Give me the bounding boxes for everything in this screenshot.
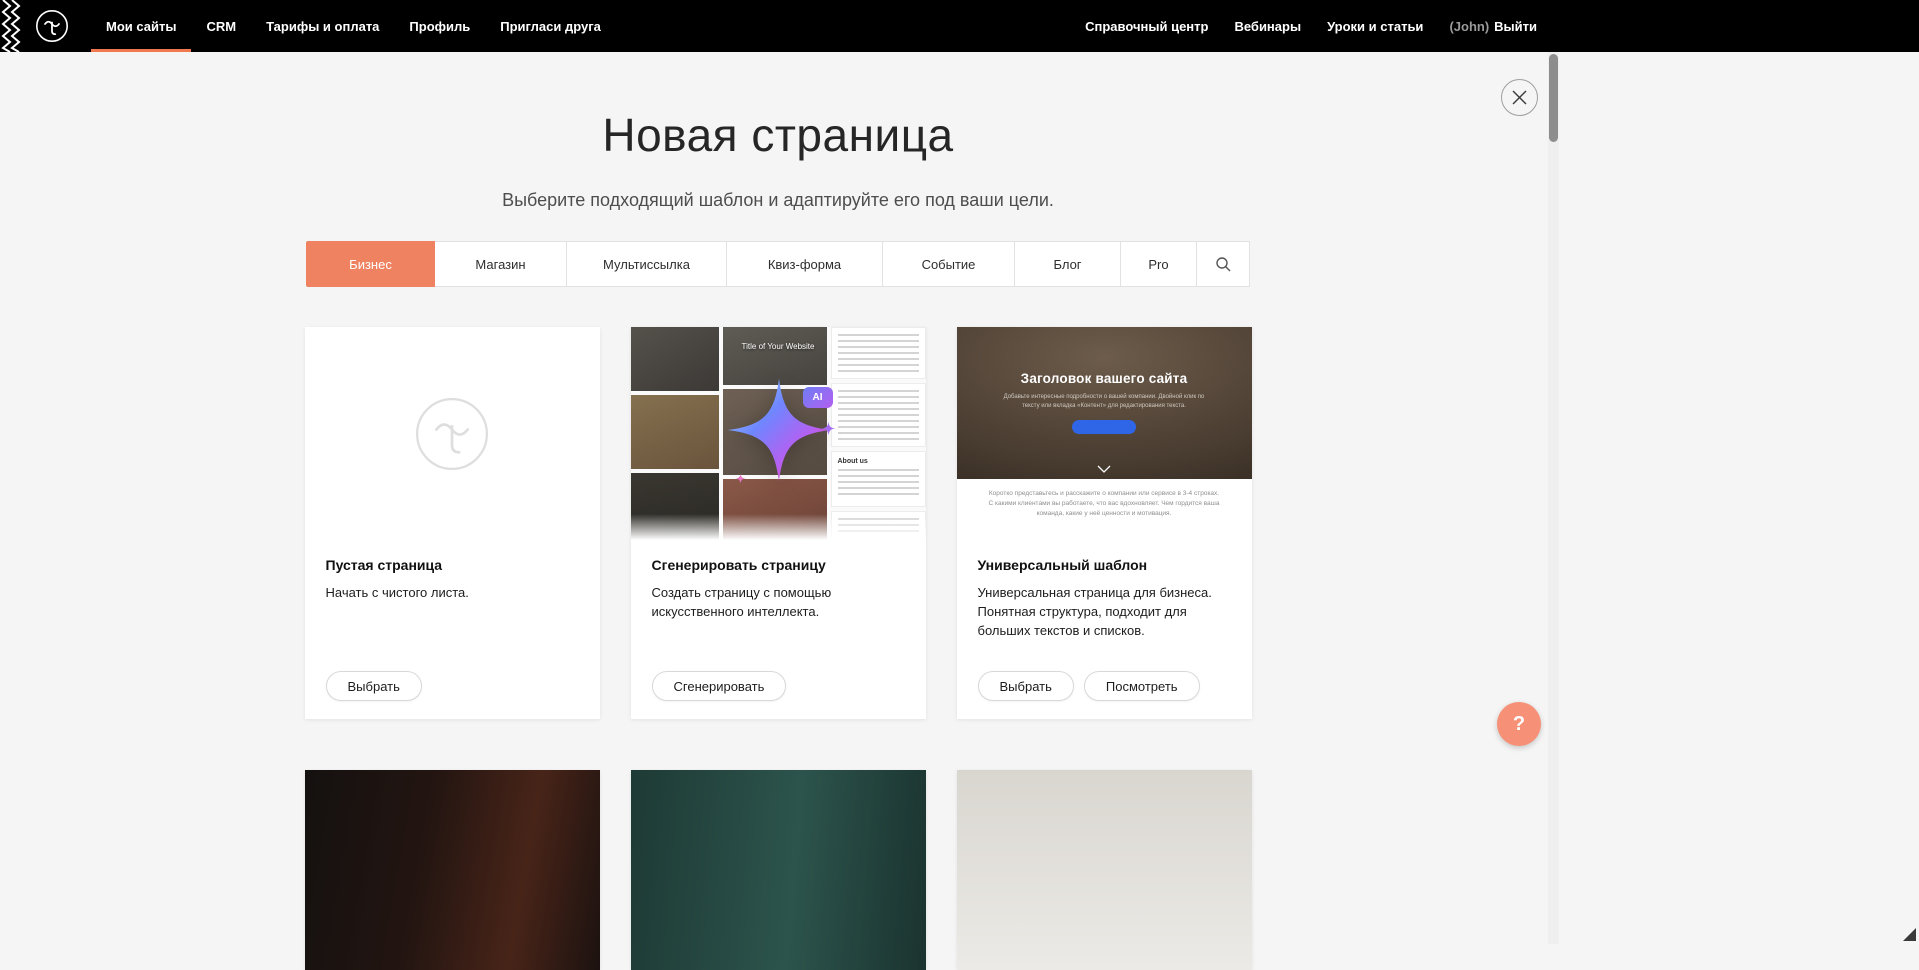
tab-multilink[interactable]: Мультиссылка xyxy=(567,242,727,286)
nav-item-webinars[interactable]: Вебинары xyxy=(1221,0,1314,52)
user-name: (John) xyxy=(1449,19,1489,34)
preview-hero-note: Добавьте интересные подробности о вашей … xyxy=(998,393,1210,411)
close-icon xyxy=(1512,90,1527,105)
template-grid-row2 xyxy=(305,770,1252,970)
collage-text-panel xyxy=(831,383,926,447)
scrollbar[interactable] xyxy=(1548,52,1559,944)
placeholder-lines xyxy=(838,334,919,372)
navbar-right-menu: Справочный центр Вебинары Уроки и статьи… xyxy=(1072,0,1556,52)
preview-fade xyxy=(631,514,926,540)
template-tabs: Бизнес Магазин Мультиссылка Квиз-форма С… xyxy=(306,241,1250,287)
page-title: Новая страница xyxy=(0,108,1556,162)
collage-text-panel: About us xyxy=(831,451,926,507)
panel-heading: About us xyxy=(838,458,919,465)
scrollbar-thumb[interactable] xyxy=(1549,54,1558,142)
card-title: Пустая страница xyxy=(326,557,579,573)
nav-item-help-center[interactable]: Справочный центр xyxy=(1072,0,1221,52)
small-sparkle-icon xyxy=(821,421,836,436)
nav-item-pricing[interactable]: Тарифы и оплата xyxy=(251,0,394,52)
zigzag-pattern-icon xyxy=(0,0,22,52)
tab-quiz[interactable]: Квиз-форма xyxy=(727,242,883,286)
preview-body: Коротко представьтесь и расскажите о ком… xyxy=(957,479,1252,519)
preview-hero: Заголовок вашего сайта Добавьте интересн… xyxy=(957,327,1252,479)
tab-search[interactable] xyxy=(1197,242,1249,286)
preview-cta-button xyxy=(1072,420,1136,434)
template-card-partial-2[interactable] xyxy=(631,770,926,970)
card-body: Пустая страница Начать с чистого листа. xyxy=(305,540,600,603)
select-blank-button[interactable]: Выбрать xyxy=(326,671,422,701)
card-actions: Выбрать Посмотреть xyxy=(978,671,1200,701)
navbar-inner: Мои сайты CRM Тарифы и оплата Профиль Пр… xyxy=(0,0,1556,52)
partial-preview-image xyxy=(631,770,926,970)
template-card-ai: About us Title of Your Website xyxy=(631,327,926,719)
partial-preview-image xyxy=(957,770,1252,970)
top-navbar: Мои сайты CRM Тарифы и оплата Профиль Пр… xyxy=(0,0,1919,52)
collage-photo xyxy=(631,327,719,391)
view-universal-button[interactable]: Посмотреть xyxy=(1084,671,1200,701)
chevron-down-icon xyxy=(1097,465,1111,473)
preview-site-title: Title of Your Website xyxy=(631,342,926,351)
tab-blog[interactable]: Блог xyxy=(1015,242,1121,286)
small-sparkle-icon xyxy=(735,473,746,484)
placeholder-lines xyxy=(838,390,919,440)
nav-item-my-sites[interactable]: Мои сайты xyxy=(91,0,191,52)
collage-photo xyxy=(631,395,719,469)
card-title: Сгенерировать страницу xyxy=(652,557,905,573)
preview-hero-title: Заголовок вашего сайта xyxy=(1021,371,1188,386)
ai-badge: AI xyxy=(803,387,833,408)
card-title: Универсальный шаблон xyxy=(978,557,1231,573)
help-button[interactable]: ? xyxy=(1497,702,1541,746)
card-actions: Сгенерировать xyxy=(652,671,787,701)
tab-pro[interactable]: Pro xyxy=(1121,242,1197,286)
ai-generate-preview[interactable]: About us Title of Your Website xyxy=(631,327,926,540)
template-card-partial-3[interactable] xyxy=(957,770,1252,970)
corner-scroll-mark xyxy=(1903,928,1916,941)
tilda-logo-icon[interactable] xyxy=(35,9,69,43)
tab-shop[interactable]: Магазин xyxy=(435,242,567,286)
select-universal-button[interactable]: Выбрать xyxy=(978,671,1074,701)
template-picker: Новая страница Выберите подходящий шабло… xyxy=(0,52,1556,944)
card-description: Начать с чистого листа. xyxy=(326,584,579,603)
nav-item-invite-friend[interactable]: Пригласи друга xyxy=(485,0,616,52)
logout-link[interactable]: Выйти xyxy=(1494,19,1537,34)
card-description: Универсальная страница для бизнеса. Поня… xyxy=(978,584,1231,641)
navbar-left-menu: Мои сайты CRM Тарифы и оплата Профиль Пр… xyxy=(91,0,616,52)
card-body: Сгенерировать страницу Создать страницу … xyxy=(631,540,926,622)
placeholder-lines xyxy=(838,469,919,497)
collage-text-panel xyxy=(831,327,926,379)
card-description: Создать страницу с помощью искусственног… xyxy=(652,584,905,622)
template-card-universal: Заголовок вашего сайта Добавьте интересн… xyxy=(957,327,1252,719)
page-subtitle: Выберите подходящий шаблон и адаптируйте… xyxy=(0,190,1556,211)
generate-button[interactable]: Сгенерировать xyxy=(652,671,787,701)
nav-item-profile[interactable]: Профиль xyxy=(394,0,485,52)
card-actions: Выбрать xyxy=(326,671,422,701)
template-card-partial-1[interactable] xyxy=(305,770,600,970)
nav-item-lessons[interactable]: Уроки и статьи xyxy=(1314,0,1436,52)
nav-item-crm[interactable]: CRM xyxy=(191,0,251,52)
tab-business[interactable]: Бизнес xyxy=(307,242,435,286)
close-button[interactable] xyxy=(1501,79,1538,116)
tilda-watermark-icon xyxy=(414,396,490,472)
blank-page-preview[interactable] xyxy=(305,327,600,540)
preview-body-text: Коротко представьтесь и расскажите о ком… xyxy=(989,489,1220,519)
universal-template-preview[interactable]: Заголовок вашего сайта Добавьте интересн… xyxy=(957,327,1252,540)
search-icon xyxy=(1215,256,1231,272)
tab-event[interactable]: Событие xyxy=(883,242,1015,286)
template-grid: Пустая страница Начать с чистого листа. … xyxy=(305,327,1252,719)
card-body: Универсальный шаблон Универсальная стран… xyxy=(957,540,1252,641)
template-card-blank: Пустая страница Начать с чистого листа. … xyxy=(305,327,600,719)
session-control: (John) Выйти xyxy=(1436,0,1550,52)
partial-preview-image xyxy=(305,770,600,970)
